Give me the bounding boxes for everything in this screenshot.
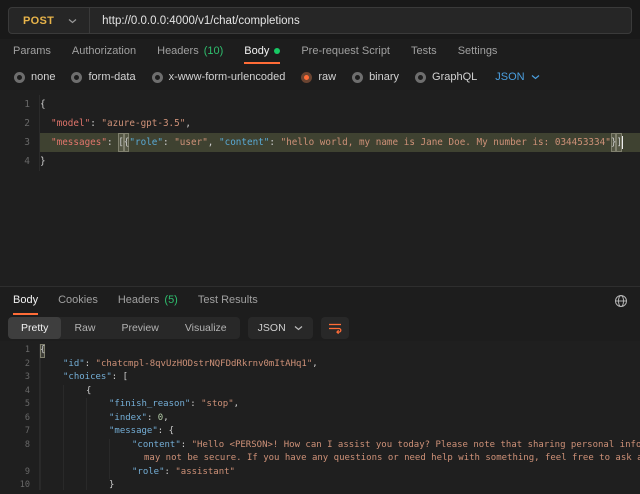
code-line[interactable]: 2"model": "azure-gpt-3.5",	[0, 114, 640, 133]
view-pretty[interactable]: Pretty	[8, 317, 61, 339]
response-tab-test-results[interactable]: Test Results	[198, 287, 258, 315]
text-cursor	[622, 136, 623, 149]
request-tabs: Params Authorization Headers(10) Body Pr…	[0, 39, 640, 64]
top-strip: POST	[0, 0, 640, 39]
response-headers-count-badge: (5)	[164, 294, 177, 306]
request-body-editor[interactable]: 1{2"model": "azure-gpt-3.5",3"messages":…	[0, 90, 640, 287]
code-line: 7"message": {	[0, 425, 640, 439]
code-line[interactable]: 4}	[0, 152, 640, 171]
line-number: 9	[0, 466, 40, 480]
line-number: 4	[0, 152, 40, 171]
line-number: 1	[0, 95, 40, 114]
body-mode-binary[interactable]: binary	[352, 71, 399, 83]
chevron-down-icon	[531, 74, 540, 80]
globe-icon[interactable]	[614, 287, 628, 315]
code-line: 6"index": 0,	[0, 412, 640, 426]
body-mode-urlencoded[interactable]: x-www-form-urlencoded	[152, 71, 286, 83]
code-line: 9"role": "assistant"	[0, 466, 640, 480]
chevron-down-icon	[68, 18, 77, 24]
tab-pre-request-script[interactable]: Pre-request Script	[301, 39, 390, 64]
code-line: 5"finish_reason": "stop",	[0, 398, 640, 412]
code-line: 8"content": "Hello <PERSON>! How can I a…	[0, 439, 640, 453]
radio-selected-icon	[301, 72, 312, 83]
body-mode-raw[interactable]: raw	[301, 71, 336, 83]
line-number: 8	[0, 439, 40, 453]
code-line[interactable]: 1{	[0, 95, 640, 114]
wrap-text-icon	[328, 322, 342, 334]
response-tab-cookies[interactable]: Cookies	[58, 287, 98, 315]
radio-icon	[14, 72, 25, 83]
view-preview[interactable]: Preview	[108, 317, 171, 339]
green-dot-icon	[274, 48, 280, 54]
line-number: 6	[0, 412, 40, 426]
response-format-select[interactable]: JSON	[248, 317, 313, 339]
radio-icon	[152, 72, 163, 83]
method-label: POST	[23, 15, 54, 27]
radio-icon	[415, 72, 426, 83]
tab-headers[interactable]: Headers(10)	[157, 39, 223, 64]
response-tab-headers[interactable]: Headers(5)	[118, 287, 178, 315]
radio-icon	[352, 72, 363, 83]
line-number: 2	[0, 358, 40, 372]
view-raw[interactable]: Raw	[61, 317, 108, 339]
body-mode-graphql[interactable]: GraphQL	[415, 71, 477, 83]
line-number	[0, 452, 40, 466]
line-number: 5	[0, 398, 40, 412]
line-number: 7	[0, 425, 40, 439]
response-tabs: Body Cookies Headers(5) Test Results	[0, 287, 640, 315]
line-number: 3	[0, 371, 40, 385]
method-select[interactable]: POST	[9, 8, 89, 33]
view-visualize[interactable]: Visualize	[172, 317, 240, 339]
body-type-options: none form-data x-www-form-urlencoded raw…	[0, 64, 640, 90]
view-segmented-control: Pretty Raw Preview Visualize	[8, 317, 240, 339]
body-mode-form-data[interactable]: form-data	[71, 71, 135, 83]
tab-params[interactable]: Params	[13, 39, 51, 64]
chevron-down-icon	[294, 325, 303, 331]
code-line: 2"id": "chatcmpl-8qvUzHODstrNQFDdRkrnv0m…	[0, 358, 640, 372]
url-input[interactable]	[90, 14, 631, 28]
line-number: 1	[0, 344, 40, 358]
app-window: POST Params Authorization Headers(10) Bo…	[0, 0, 640, 494]
code-line: 4{	[0, 385, 640, 399]
response-body-viewer: 1{2"id": "chatcmpl-8qvUzHODstrNQFDdRkrnv…	[0, 341, 640, 490]
body-mode-none[interactable]: none	[14, 71, 55, 83]
tab-body[interactable]: Body	[244, 39, 280, 64]
raw-format-select[interactable]: JSON	[495, 71, 539, 83]
wrap-text-button[interactable]	[321, 317, 349, 339]
tab-settings[interactable]: Settings	[458, 39, 498, 64]
tab-authorization[interactable]: Authorization	[72, 39, 136, 64]
headers-count-badge: (10)	[204, 45, 224, 57]
line-number: 2	[0, 114, 40, 133]
line-number: 4	[0, 385, 40, 399]
response-toolbar: Pretty Raw Preview Visualize JSON	[0, 315, 640, 341]
code-line: 1{	[0, 344, 640, 358]
response-tab-body[interactable]: Body	[13, 287, 38, 315]
request-url-bar: POST	[8, 7, 632, 34]
tab-tests[interactable]: Tests	[411, 39, 437, 64]
code-line: may not be secure. If you have any quest…	[0, 452, 640, 466]
code-line: 3"choices": [	[0, 371, 640, 385]
line-number: 3	[0, 133, 40, 152]
code-line[interactable]: 3"messages": [{"role": "user", "content"…	[0, 133, 640, 152]
code-line: 10}	[0, 479, 640, 490]
radio-icon	[71, 72, 82, 83]
line-number: 10	[0, 479, 40, 490]
